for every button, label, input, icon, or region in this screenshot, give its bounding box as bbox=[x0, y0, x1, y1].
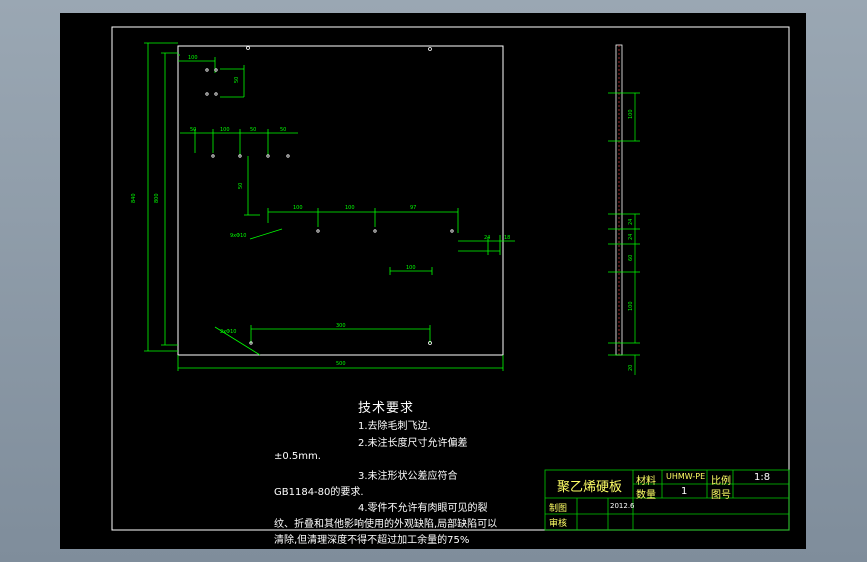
svg-text:24: 24 bbox=[628, 219, 634, 225]
tech-req-line: 3.未注形状公差应符合 bbox=[358, 471, 458, 482]
svg-text:100: 100 bbox=[628, 109, 634, 119]
svg-text:50: 50 bbox=[234, 77, 240, 83]
svg-text:18: 18 bbox=[504, 235, 510, 241]
tech-req-line: ±0.5mm. bbox=[274, 451, 321, 462]
date-value: 2012.6 bbox=[610, 502, 635, 510]
qty-value: 1 bbox=[681, 486, 688, 497]
svg-text:100: 100 bbox=[345, 205, 355, 211]
plate-outline bbox=[177, 45, 504, 356]
material-label: 材料 bbox=[636, 476, 656, 487]
side-view: 100 24 24 60 100 20 bbox=[608, 44, 640, 375]
svg-text:2xΦ10: 2xΦ10 bbox=[220, 329, 236, 335]
tech-req-line: GB1184-80的要求. bbox=[274, 487, 364, 498]
svg-text:50: 50 bbox=[190, 127, 196, 133]
svg-text:300: 300 bbox=[336, 323, 346, 329]
svg-text:100: 100 bbox=[628, 301, 634, 311]
drafter-label: 制图 bbox=[549, 504, 568, 514]
checker-label: 审核 bbox=[549, 519, 568, 529]
qty-label: 数量 bbox=[636, 490, 656, 501]
svg-text:60: 60 bbox=[628, 255, 634, 261]
holes bbox=[205, 46, 454, 345]
drawing-no-label: 图号 bbox=[711, 490, 731, 501]
tech-req-line: 1.去除毛刺飞边. bbox=[358, 421, 431, 432]
tech-req-line: 纹、折叠和其他影响使用的外观缺陷,局部缺陷可以 bbox=[274, 519, 498, 530]
tech-req-title: 技术要求 bbox=[358, 401, 415, 416]
svg-text:500: 500 bbox=[336, 361, 346, 367]
svg-text:100: 100 bbox=[188, 55, 198, 61]
svg-text:24: 24 bbox=[484, 235, 490, 241]
svg-text:800: 800 bbox=[154, 193, 160, 203]
svg-text:100: 100 bbox=[220, 127, 230, 133]
part-name: 聚乙烯硬板 bbox=[557, 480, 623, 495]
svg-text:100: 100 bbox=[293, 205, 303, 211]
drawing-sheet: 840 800 500 300 100 50 50 100 50 50 50 1… bbox=[60, 13, 806, 549]
scale-value: 1:8 bbox=[754, 472, 771, 483]
svg-text:100: 100 bbox=[406, 265, 416, 271]
tech-req-line: 4.零件不允许有肉眼可见的裂 bbox=[358, 503, 488, 514]
svg-text:50: 50 bbox=[238, 183, 244, 189]
scale-label: 比例 bbox=[711, 476, 731, 487]
svg-text:840: 840 bbox=[131, 193, 137, 203]
tech-req-line: 清除,但清理深度不得不超过加工余量的75% bbox=[274, 535, 470, 546]
inner-frame bbox=[111, 26, 790, 531]
tech-req-line: 2.未注长度尺寸允许偏差 bbox=[358, 438, 468, 449]
svg-text:50: 50 bbox=[280, 127, 286, 133]
svg-text:9xΦ10: 9xΦ10 bbox=[230, 233, 246, 239]
svg-text:50: 50 bbox=[250, 127, 256, 133]
dimension-values: 840 800 500 300 100 50 50 100 50 50 50 1… bbox=[131, 55, 510, 367]
overall-dimensions bbox=[144, 42, 515, 371]
svg-text:20: 20 bbox=[628, 365, 634, 371]
svg-text:24: 24 bbox=[628, 234, 634, 240]
svg-text:97: 97 bbox=[410, 205, 416, 211]
material-value: UHMW-PE bbox=[666, 472, 706, 481]
